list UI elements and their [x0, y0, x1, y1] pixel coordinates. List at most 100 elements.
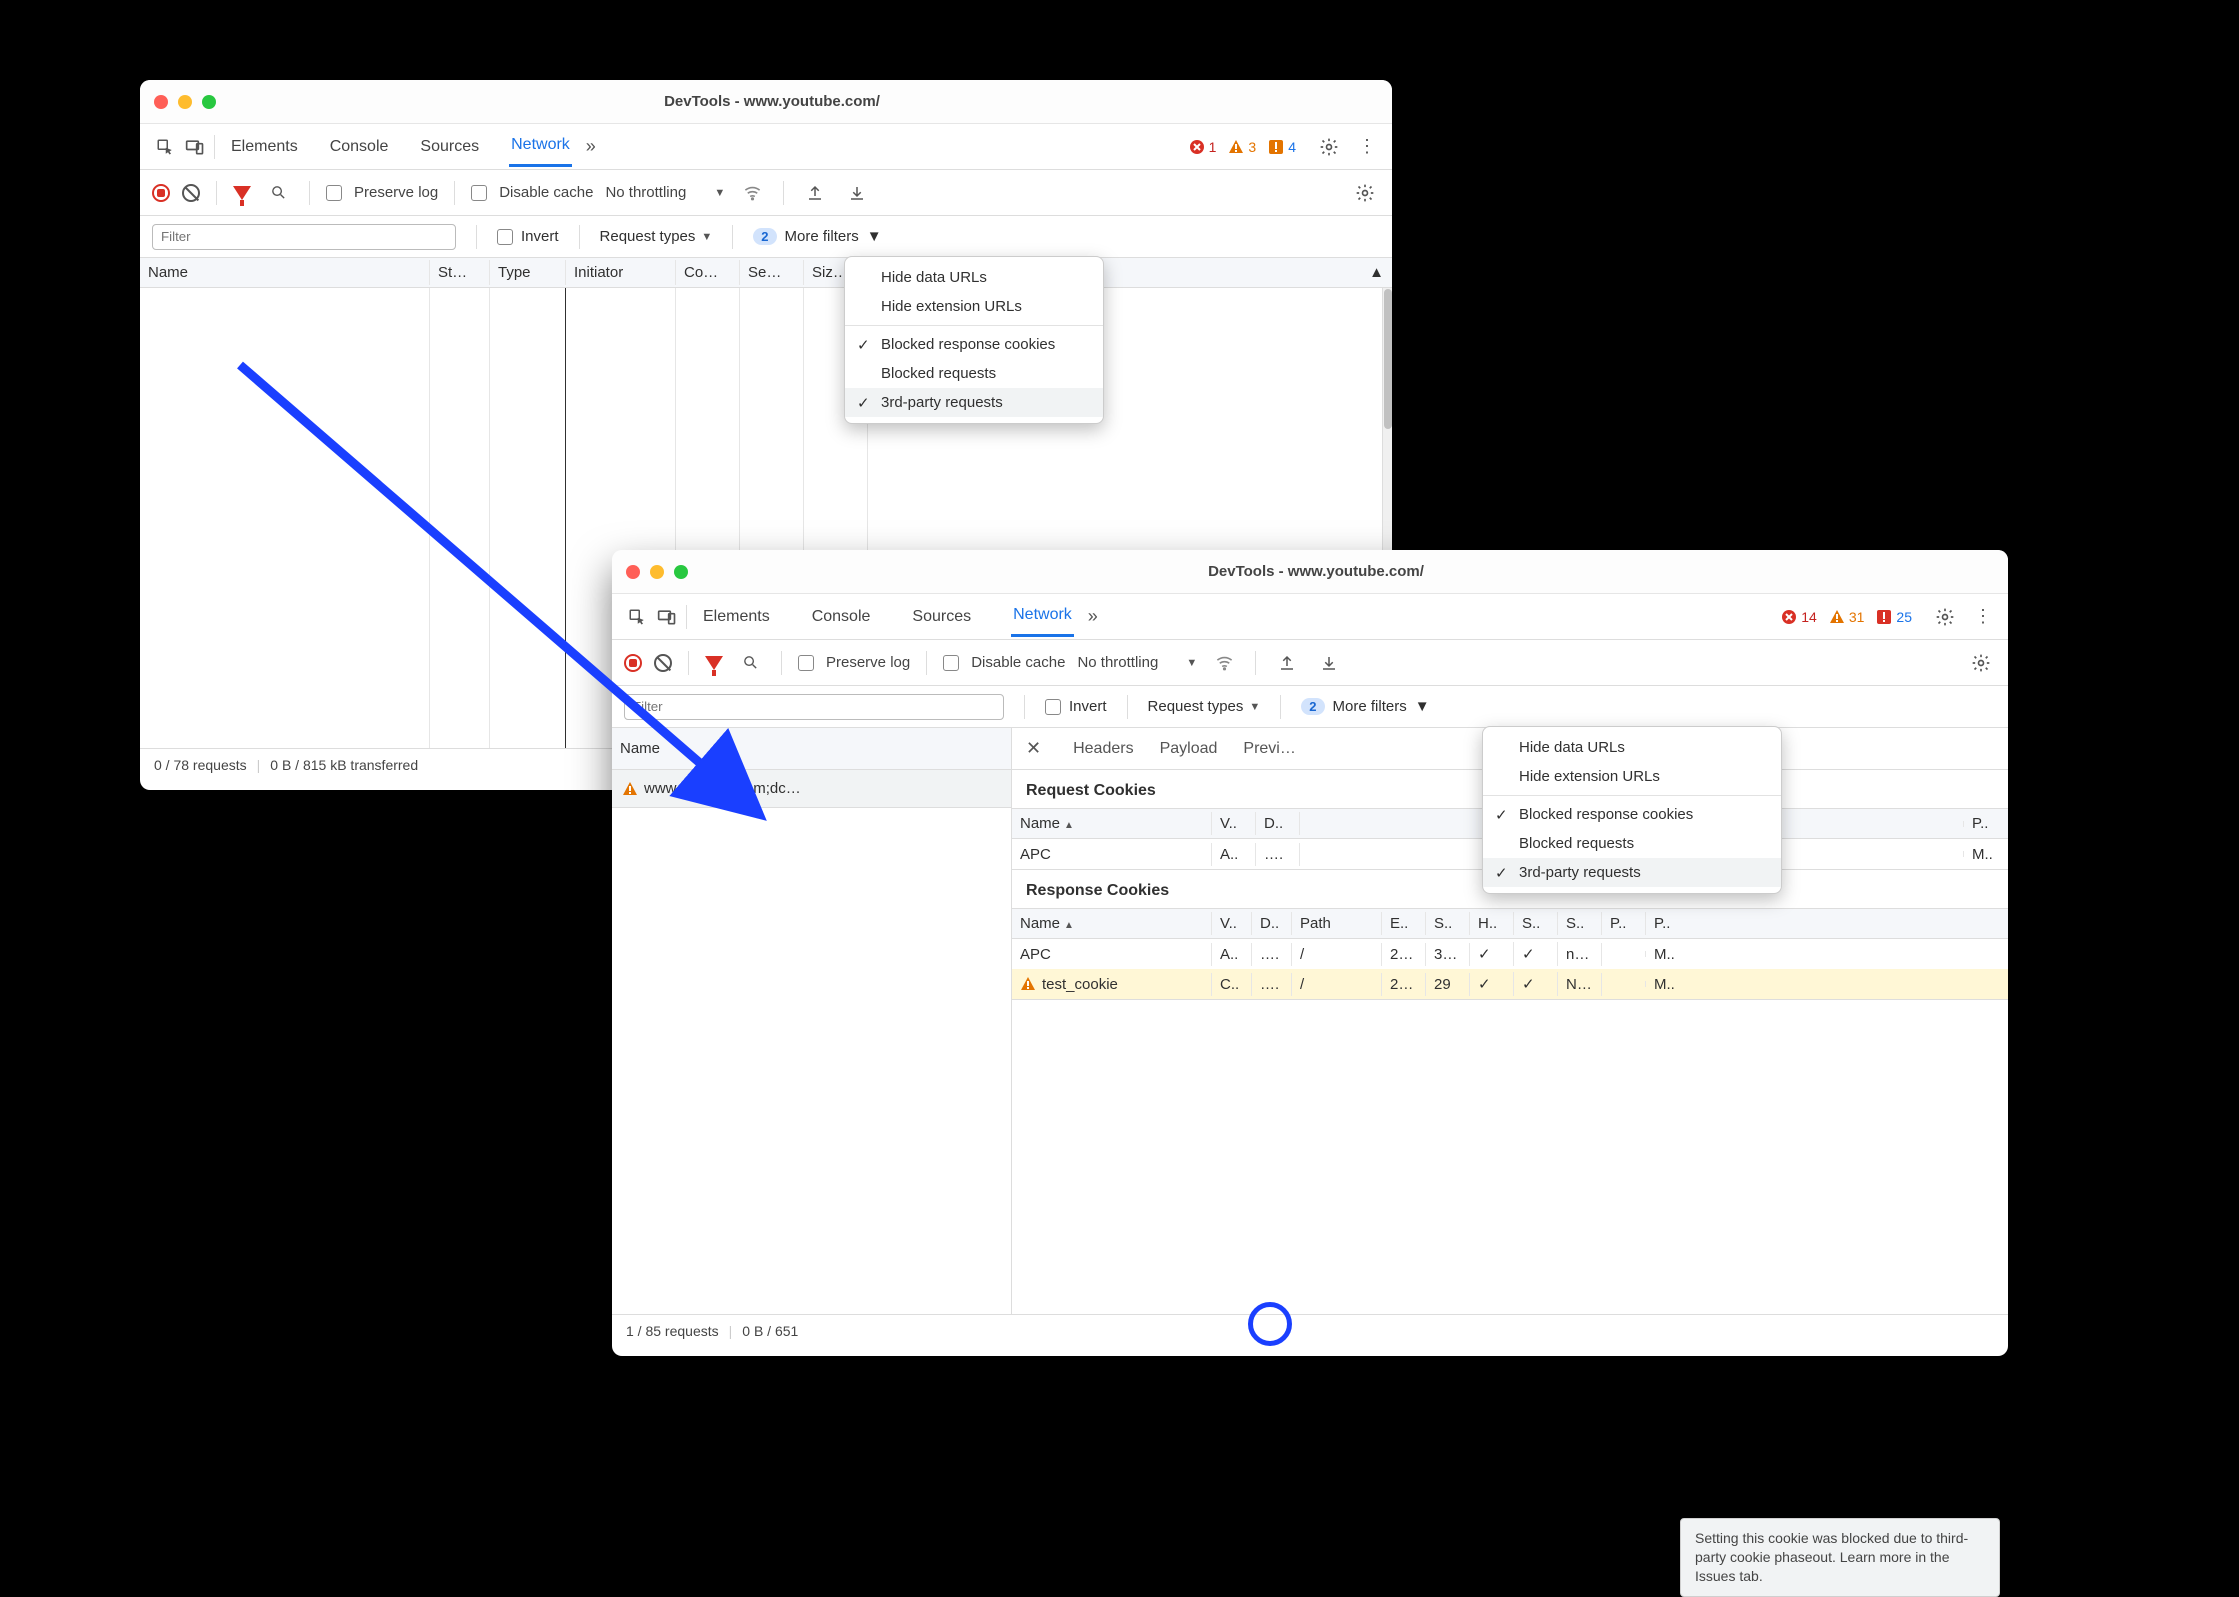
- col-type[interactable]: Type: [490, 260, 566, 285]
- warning-count[interactable]: 3: [1228, 139, 1256, 155]
- maximize-window-icon[interactable]: [202, 95, 216, 109]
- menu-blocked-response-cookies[interactable]: Blocked response cookies: [1483, 800, 1781, 829]
- invert-checkbox[interactable]: [497, 229, 513, 245]
- network-settings-gear-icon[interactable]: [1966, 648, 1996, 678]
- tab-console[interactable]: Console: [810, 598, 873, 636]
- menu-blocked-requests[interactable]: Blocked requests: [845, 359, 1103, 388]
- more-filters-button[interactable]: 2 More filters ▼: [1301, 698, 1429, 715]
- filter-toggle-icon[interactable]: [705, 656, 723, 670]
- th-name[interactable]: Name: [1020, 815, 1060, 832]
- tab-sources[interactable]: Sources: [418, 128, 481, 166]
- request-types-select[interactable]: Request types▼: [1148, 698, 1261, 715]
- col-co[interactable]: Co…: [676, 260, 740, 285]
- tab-elements[interactable]: Elements: [701, 598, 772, 636]
- tab-headers[interactable]: Headers: [1073, 740, 1133, 758]
- more-filters-button[interactable]: 2 More filters ▼: [753, 228, 881, 245]
- search-icon[interactable]: [263, 178, 293, 208]
- th-p[interactable]: P..: [1602, 912, 1646, 935]
- table-row-warning[interactable]: test_cookie C.. …. / 2… 29 ✓ ✓ N… M..: [1012, 969, 2008, 999]
- titlebar[interactable]: DevTools - www.youtube.com/: [612, 550, 2008, 594]
- th-d[interactable]: D..: [1252, 912, 1292, 935]
- menu-hide-extension-urls[interactable]: Hide extension URLs: [845, 292, 1103, 321]
- search-icon[interactable]: [735, 648, 765, 678]
- invert-checkbox[interactable]: [1045, 699, 1061, 715]
- download-har-icon[interactable]: [1314, 648, 1344, 678]
- th-path[interactable]: Path: [1292, 912, 1382, 935]
- close-window-icon[interactable]: [154, 95, 168, 109]
- more-tabs-icon[interactable]: »: [586, 136, 596, 157]
- throttling-select[interactable]: No throttling▼: [1077, 654, 1197, 671]
- tab-sources[interactable]: Sources: [910, 598, 973, 636]
- network-conditions-icon[interactable]: [1209, 648, 1239, 678]
- col-name[interactable]: Name: [612, 736, 1011, 761]
- menu-hide-data-urls[interactable]: Hide data URLs: [845, 263, 1103, 292]
- menu-hide-data-urls[interactable]: Hide data URLs: [1483, 733, 1781, 762]
- close-detail-icon[interactable]: ✕: [1026, 738, 1041, 759]
- col-status[interactable]: St…: [430, 260, 490, 285]
- warning-count[interactable]: 31: [1829, 609, 1865, 625]
- more-tabs-icon[interactable]: »: [1088, 606, 1098, 627]
- clear-button[interactable]: [182, 184, 200, 202]
- disable-cache-checkbox[interactable]: [471, 185, 487, 201]
- th-s2[interactable]: S..: [1514, 912, 1558, 935]
- th-v[interactable]: V..: [1212, 912, 1252, 935]
- kebab-menu-icon[interactable]: ⋮: [1352, 132, 1382, 162]
- settings-gear-icon[interactable]: [1930, 602, 1960, 632]
- preserve-log-checkbox[interactable]: [798, 655, 814, 671]
- tab-elements[interactable]: Elements: [229, 128, 300, 166]
- tab-network[interactable]: Network: [1011, 596, 1074, 637]
- device-toolbar-icon[interactable]: [652, 602, 682, 632]
- th-v[interactable]: V..: [1212, 812, 1256, 835]
- col-initiator[interactable]: Initiator: [566, 260, 676, 285]
- maximize-window-icon[interactable]: [674, 565, 688, 579]
- issues-count[interactable]: 25: [1876, 609, 1912, 625]
- inspect-icon[interactable]: [622, 602, 652, 632]
- titlebar[interactable]: DevTools - www.youtube.com/: [140, 80, 1392, 124]
- menu-3rd-party-requests[interactable]: 3rd-party requests: [845, 388, 1103, 417]
- minimize-window-icon[interactable]: [650, 565, 664, 579]
- filter-input[interactable]: [624, 694, 1004, 720]
- device-toolbar-icon[interactable]: [180, 132, 210, 162]
- download-har-icon[interactable]: [842, 178, 872, 208]
- th-h[interactable]: H..: [1470, 912, 1514, 935]
- tab-console[interactable]: Console: [328, 128, 391, 166]
- upload-har-icon[interactable]: [800, 178, 830, 208]
- tab-preview[interactable]: Previ…: [1243, 740, 1295, 758]
- settings-gear-icon[interactable]: [1314, 132, 1344, 162]
- table-row[interactable]: APC A.. …. / 2… 3… ✓ ✓ n… M..: [1012, 939, 2008, 969]
- kebab-menu-icon[interactable]: ⋮: [1968, 602, 1998, 632]
- col-se[interactable]: Se…: [740, 260, 804, 285]
- request-row[interactable]: www.youtube.com;dc…: [612, 770, 1011, 808]
- network-settings-gear-icon[interactable]: [1350, 178, 1380, 208]
- th-p[interactable]: P..: [1964, 812, 2008, 835]
- throttling-select[interactable]: No throttling▼: [605, 184, 725, 201]
- th-p2[interactable]: P..: [1646, 912, 1690, 935]
- th-s[interactable]: S..: [1426, 912, 1470, 935]
- menu-blocked-requests[interactable]: Blocked requests: [1483, 829, 1781, 858]
- inspect-icon[interactable]: [150, 132, 180, 162]
- error-count[interactable]: 14: [1781, 609, 1817, 625]
- menu-3rd-party-requests[interactable]: 3rd-party requests: [1483, 858, 1781, 887]
- minimize-window-icon[interactable]: [178, 95, 192, 109]
- col-name[interactable]: Name: [140, 260, 430, 285]
- upload-har-icon[interactable]: [1272, 648, 1302, 678]
- menu-hide-extension-urls[interactable]: Hide extension URLs: [1483, 762, 1781, 791]
- th-s3[interactable]: S..: [1558, 912, 1602, 935]
- th-d[interactable]: D..: [1256, 812, 1300, 835]
- network-conditions-icon[interactable]: [737, 178, 767, 208]
- th-e[interactable]: E..: [1382, 912, 1426, 935]
- issues-count[interactable]: 4: [1268, 139, 1296, 155]
- th-name[interactable]: Name: [1020, 915, 1060, 932]
- preserve-log-checkbox[interactable]: [326, 185, 342, 201]
- filter-input[interactable]: [152, 224, 456, 250]
- tab-payload[interactable]: Payload: [1160, 740, 1218, 758]
- record-button[interactable]: [624, 654, 642, 672]
- menu-blocked-response-cookies[interactable]: Blocked response cookies: [845, 330, 1103, 359]
- close-window-icon[interactable]: [626, 565, 640, 579]
- error-count[interactable]: 1: [1189, 139, 1217, 155]
- clear-button[interactable]: [654, 654, 672, 672]
- disable-cache-checkbox[interactable]: [943, 655, 959, 671]
- record-button[interactable]: [152, 184, 170, 202]
- request-types-select[interactable]: Request types▼: [600, 228, 713, 245]
- filter-toggle-icon[interactable]: [233, 186, 251, 200]
